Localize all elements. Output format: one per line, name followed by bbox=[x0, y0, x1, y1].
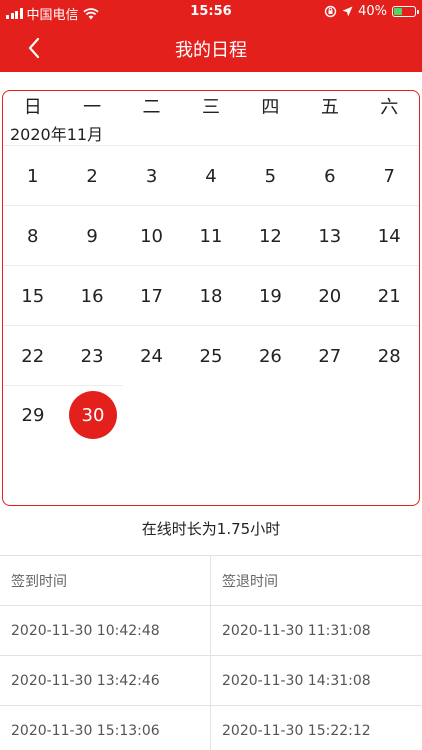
calendar-day[interactable]: 23 bbox=[62, 326, 121, 386]
weekday-label: 日 bbox=[23, 97, 42, 118]
calendar-day[interactable]: 10 bbox=[122, 206, 181, 266]
calendar-week-row: 15 16 17 18 19 20 21 bbox=[3, 265, 419, 325]
day-number: 9 bbox=[86, 225, 98, 247]
day-number: 25 bbox=[199, 345, 223, 367]
day-number: 30 bbox=[69, 391, 117, 439]
calendar-day[interactable]: 3 bbox=[122, 146, 181, 206]
orientation-lock-icon bbox=[324, 5, 337, 18]
battery-percent: 40% bbox=[358, 4, 387, 19]
checkin-time: 2020-11-30 10:42:48 bbox=[0, 606, 211, 655]
table-row: 2020-11-30 13:42:46 2020-11-30 14:31:08 bbox=[0, 656, 422, 706]
calendar-day[interactable]: 29 bbox=[3, 385, 63, 445]
calendar-day[interactable]: 17 bbox=[122, 266, 181, 326]
weekday-header: 日 一 二 三 四 五 六 bbox=[3, 93, 419, 119]
status-right: 40% bbox=[324, 4, 419, 19]
day-number: 14 bbox=[377, 225, 401, 247]
calendar-day[interactable]: 4 bbox=[181, 146, 240, 206]
day-number: 1 bbox=[26, 165, 39, 187]
weekday-label: 四 bbox=[261, 97, 280, 118]
weekday-label: 二 bbox=[142, 97, 161, 118]
day-number: 5 bbox=[264, 165, 277, 187]
day-number: 12 bbox=[258, 225, 282, 247]
day-number: 27 bbox=[318, 345, 342, 367]
calendar-day[interactable]: 5 bbox=[241, 146, 300, 206]
weekday-label: 三 bbox=[201, 97, 220, 118]
calendar-day[interactable]: 26 bbox=[241, 326, 300, 386]
day-number: 20 bbox=[318, 285, 342, 307]
table-row: 2020-11-30 10:42:48 2020-11-30 11:31:08 bbox=[0, 606, 422, 656]
checkin-time: 2020-11-30 13:42:46 bbox=[0, 656, 211, 705]
day-number: 22 bbox=[21, 345, 45, 367]
calendar-day[interactable]: 8 bbox=[3, 206, 62, 266]
day-number: 6 bbox=[324, 165, 336, 187]
attendance-table: 签到时间 签退时间 2020-11-30 10:42:48 2020-11-30… bbox=[0, 555, 422, 750]
weekday-label: 一 bbox=[83, 97, 102, 118]
calendar-day[interactable]: 20 bbox=[300, 266, 359, 326]
calendar-day[interactable]: 18 bbox=[181, 266, 240, 326]
day-number: 18 bbox=[199, 285, 223, 307]
month-label: 2020年11月 bbox=[10, 125, 104, 144]
calendar-day[interactable]: 9 bbox=[62, 206, 121, 266]
calendar-day[interactable]: 19 bbox=[241, 266, 300, 326]
day-number: 2 bbox=[86, 165, 98, 187]
day-number: 29 bbox=[21, 404, 45, 426]
checkout-time: 2020-11-30 11:31:08 bbox=[222, 622, 371, 639]
day-number: 23 bbox=[80, 345, 104, 367]
table-header: 签到时间 签退时间 bbox=[0, 556, 422, 606]
nav-bar: 我的日程 bbox=[0, 24, 422, 72]
calendar-day[interactable]: 16 bbox=[62, 266, 121, 326]
calendar-day[interactable]: 7 bbox=[360, 146, 419, 206]
calendar-week-row: 8 9 10 11 12 13 14 bbox=[3, 205, 419, 265]
calendar-day[interactable]: 11 bbox=[181, 206, 240, 266]
calendar-day[interactable]: 24 bbox=[122, 326, 181, 386]
calendar-day[interactable]: 22 bbox=[3, 326, 62, 386]
weekday-label: 五 bbox=[320, 97, 339, 118]
online-duration: 在线时长为1.75小时 bbox=[141, 520, 281, 538]
checkin-header: 签到时间 bbox=[0, 556, 211, 605]
calendar-day[interactable]: 25 bbox=[181, 326, 240, 386]
day-number: 4 bbox=[205, 165, 217, 187]
day-number: 17 bbox=[140, 285, 163, 307]
page-title: 我的日程 bbox=[175, 40, 247, 61]
day-number: 21 bbox=[377, 285, 401, 307]
day-number: 3 bbox=[145, 165, 158, 187]
calendar-grid: 1 2 3 4 5 6 7 8 9 10 11 12 13 14 15 16 17 18 19 20 21 22 23 24 2… bbox=[3, 145, 419, 445]
day-number: 28 bbox=[377, 345, 401, 367]
battery-icon bbox=[392, 6, 419, 17]
calendar-day[interactable]: 21 bbox=[360, 266, 419, 326]
day-number: 13 bbox=[318, 225, 342, 247]
day-number: 7 bbox=[383, 165, 395, 187]
calendar-day[interactable]: 12 bbox=[241, 206, 300, 266]
calendar-day[interactable]: 6 bbox=[300, 146, 359, 206]
location-arrow-icon bbox=[342, 6, 353, 17]
status-bar: 中国电信 15:56 40% bbox=[0, 0, 422, 24]
calendar-day[interactable]: 2 bbox=[62, 146, 121, 206]
calendar-day-selected[interactable]: 30 bbox=[63, 385, 123, 445]
weekday-label: 六 bbox=[380, 97, 399, 118]
checkin-time: 2020-11-30 15:13:06 bbox=[0, 706, 211, 750]
day-number: 16 bbox=[80, 285, 104, 307]
calendar-week-row: 1 2 3 4 5 6 7 bbox=[3, 145, 419, 205]
calendar-day[interactable]: 28 bbox=[360, 326, 419, 386]
checkout-time: 2020-11-30 15:22:12 bbox=[222, 722, 371, 739]
calendar-week-row: 29 30 bbox=[3, 385, 419, 445]
table-row: 2020-11-30 15:13:06 2020-11-30 15:22:12 bbox=[0, 706, 422, 750]
checkout-time: 2020-11-30 14:31:08 bbox=[222, 672, 371, 689]
day-number: 24 bbox=[140, 345, 163, 367]
calendar-day[interactable]: 15 bbox=[3, 266, 62, 326]
day-number: 11 bbox=[199, 225, 223, 247]
day-number: 15 bbox=[21, 285, 45, 307]
calendar: 日 一 二 三 四 五 六 2020年11月 1 2 3 4 5 6 7 8 9 10 11 12 13… bbox=[2, 90, 420, 506]
calendar-week-row: 22 23 24 25 26 27 28 bbox=[3, 325, 419, 385]
checkout-header: 签退时间 bbox=[222, 573, 278, 590]
day-number: 10 bbox=[140, 225, 163, 247]
calendar-day[interactable]: 27 bbox=[300, 326, 359, 386]
day-number: 19 bbox=[258, 285, 282, 307]
calendar-day[interactable]: 14 bbox=[360, 206, 419, 266]
day-number: 26 bbox=[258, 345, 282, 367]
calendar-day[interactable]: 13 bbox=[300, 206, 359, 266]
day-number: 8 bbox=[26, 225, 39, 247]
calendar-day[interactable]: 1 bbox=[3, 146, 62, 206]
